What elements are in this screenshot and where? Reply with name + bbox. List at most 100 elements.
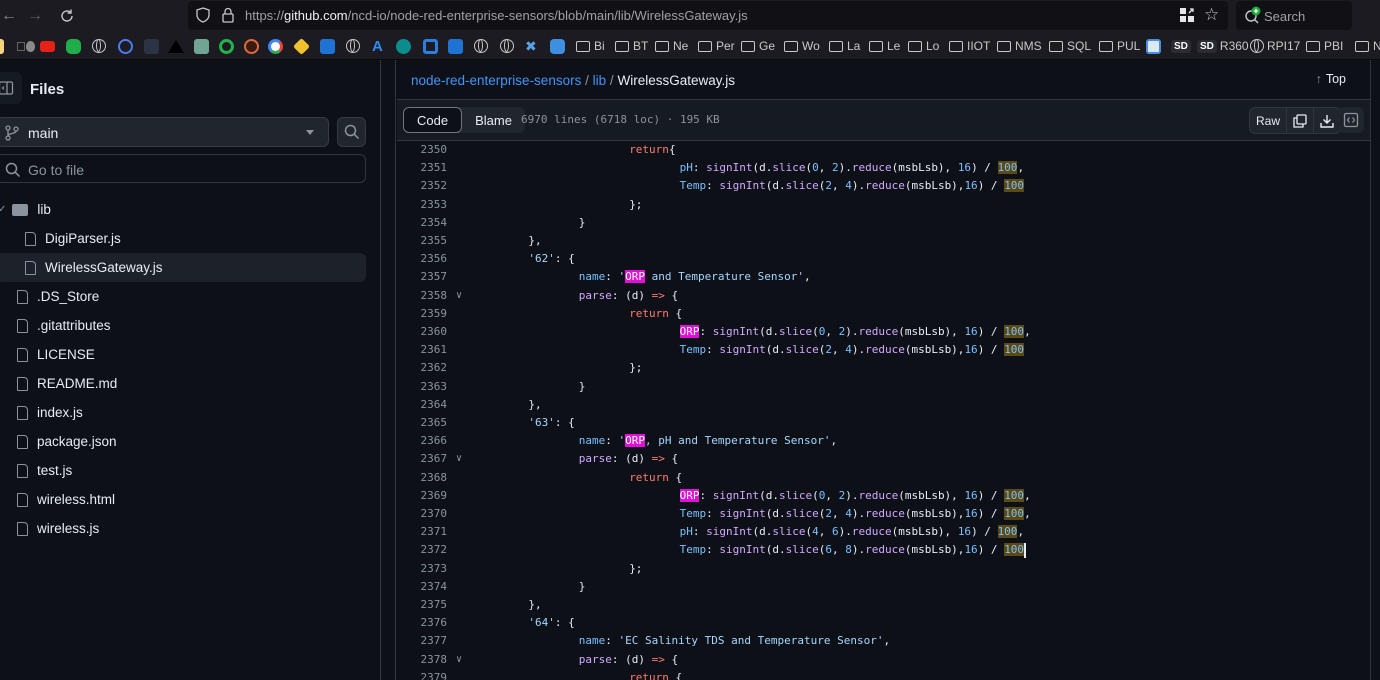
- bookmark-box[interactable]: [293, 37, 312, 55]
- bookmark-folder[interactable]: Lo: [908, 38, 939, 54]
- line-number[interactable]: 2369: [397, 487, 448, 505]
- line-number[interactable]: 2364: [397, 396, 448, 414]
- bookmark-chatgpt[interactable]: [194, 38, 212, 54]
- bookmark-l[interactable]: [144, 38, 162, 54]
- bookmark-tasks[interactable]: [118, 38, 136, 54]
- code-line[interactable]: 2358 ∨ parse: (d) => {: [397, 287, 1370, 305]
- go-to-file-input[interactable]: Go to file: [0, 154, 366, 183]
- bookmark-folder[interactable]: Ne: [655, 38, 688, 54]
- code-line[interactable]: 2368 return {: [397, 469, 1370, 487]
- bookmark-rpi17[interactable]: RPI17: [1250, 38, 1300, 54]
- bookmark-google[interactable]: [268, 38, 286, 54]
- scrollbar-track[interactable]: [1370, 60, 1371, 680]
- line-number[interactable]: 2354: [397, 214, 448, 232]
- line-number[interactable]: 2378: [397, 651, 448, 669]
- browser-search-box[interactable]: Search: [1236, 1, 1352, 30]
- tree-file-ds-store[interactable]: .DS_Store: [0, 282, 366, 311]
- line-number[interactable]: 2372: [397, 541, 448, 559]
- bookmark-apple[interactable]: : [16, 38, 38, 54]
- bookmark-folder[interactable]: Wo: [784, 38, 820, 54]
- forward-button[interactable]: →: [20, 1, 50, 31]
- line-number[interactable]: 2374: [397, 578, 448, 596]
- address-bar[interactable]: https://github.com/ncd-io/node-red-enter…: [188, 1, 1228, 30]
- code-line[interactable]: 2365 '63': {: [397, 414, 1370, 432]
- line-number[interactable]: 2365: [397, 414, 448, 432]
- back-to-top-link[interactable]: ↑ Top: [1316, 72, 1346, 86]
- bookmark-sharepoint[interactable]: [396, 38, 414, 54]
- code-line[interactable]: 2362};: [397, 359, 1370, 377]
- collapse-sidebar-button[interactable]: [0, 72, 22, 104]
- code-line[interactable]: 2356 '62': {: [397, 250, 1370, 268]
- bookmark-folder[interactable]: IIOT: [949, 38, 990, 54]
- bookmark-triangle[interactable]: [168, 38, 184, 54]
- bookmark-devops[interactable]: [423, 38, 441, 54]
- bookmark-folder[interactable]: Le: [869, 38, 900, 54]
- bookmark-globe-2[interactable]: [346, 38, 363, 54]
- code-line[interactable]: 2350 return{: [397, 141, 1370, 159]
- tree-file-test[interactable]: test.js: [0, 456, 366, 485]
- code-line[interactable]: 2359 return {: [397, 305, 1370, 323]
- bookmark-folder[interactable]: NMS: [997, 38, 1042, 54]
- line-number[interactable]: 2362: [397, 359, 448, 377]
- line-number[interactable]: 2357: [397, 268, 448, 286]
- line-number[interactable]: 2361: [397, 341, 448, 359]
- bookmark-youtube[interactable]: [40, 38, 58, 54]
- url-text[interactable]: https://github.com/ncd-io/node-red-enter…: [245, 8, 748, 23]
- bookmark-folder-nr[interactable]: NR: [1355, 38, 1380, 54]
- bookmark-sd-r360[interactable]: SD R360: [1197, 38, 1249, 54]
- tree-file-license[interactable]: LICENSE: [0, 340, 366, 369]
- bookmark-globe-4[interactable]: [500, 38, 517, 54]
- tab-code[interactable]: Code: [403, 107, 463, 133]
- line-number[interactable]: 2358: [397, 287, 448, 305]
- qr-code-icon[interactable]: [1180, 8, 1194, 22]
- shield-icon[interactable]: [196, 7, 210, 23]
- line-number[interactable]: 2351: [397, 159, 448, 177]
- tree-folder-lib[interactable]: ✓ lib: [0, 195, 366, 224]
- code-line[interactable]: 2363}: [397, 378, 1370, 396]
- code-line[interactable]: 2372 Temp: signInt(d.slice(6, 8).reduce(m…: [397, 541, 1370, 559]
- fold-chevron-icon[interactable]: ∨: [456, 450, 462, 468]
- bookmark-folder[interactable]: BT: [615, 38, 648, 54]
- code-line[interactable]: 2361 Temp: signInt(d.slice(2, 4).reduce(m…: [397, 341, 1370, 359]
- lock-icon[interactable]: [222, 7, 234, 23]
- tree-file-wireless-js[interactable]: wireless.js: [0, 514, 366, 543]
- line-number[interactable]: 2377: [397, 632, 448, 650]
- line-number[interactable]: 2376: [397, 614, 448, 632]
- line-number[interactable]: 2371: [397, 523, 448, 541]
- line-number[interactable]: 2355: [397, 232, 448, 250]
- bookmark-folder[interactable]: PUL: [1099, 38, 1140, 54]
- code-line[interactable]: 2353};: [397, 196, 1370, 214]
- tree-file-index[interactable]: index.js: [0, 398, 366, 427]
- sidebar-resize-handle[interactable]: [382, 60, 396, 680]
- tab-blame[interactable]: Blame: [462, 107, 525, 133]
- bookmark-item[interactable]: [0, 38, 7, 54]
- code-line[interactable]: 2352 Temp: signInt(d.slice(2, 4).reduce(m…: [397, 177, 1370, 195]
- line-number[interactable]: 2366: [397, 432, 448, 450]
- bookmark-folder[interactable]: SQL: [1049, 38, 1091, 54]
- bookmark-folder-pbi[interactable]: PBI: [1306, 38, 1343, 54]
- fold-chevron-icon[interactable]: ∨: [456, 287, 462, 305]
- download-button[interactable]: [1314, 108, 1340, 133]
- code-line[interactable]: 2374}: [397, 578, 1370, 596]
- code-line[interactable]: 2354}: [397, 214, 1370, 232]
- code-line[interactable]: 2370 Temp: signInt(d.slice(2, 4).reduce(m…: [397, 505, 1370, 523]
- tree-file-wirelessgateway[interactable]: WirelessGateway.js: [0, 253, 366, 282]
- code-line[interactable]: 2364},: [397, 396, 1370, 414]
- copy-raw-button[interactable]: [1287, 108, 1315, 133]
- bookmark-folder[interactable]: Bi: [576, 38, 605, 54]
- bookmark-headset[interactable]: [66, 38, 84, 54]
- line-number[interactable]: 2356: [397, 250, 448, 268]
- chevron-down-icon[interactable]: ✓: [0, 204, 6, 215]
- line-number[interactable]: 2360: [397, 323, 448, 341]
- bookmark-sd[interactable]: SD: [1171, 38, 1194, 54]
- line-number[interactable]: 2359: [397, 305, 448, 323]
- code-line[interactable]: 2360 ORP: signInt(d.slice(0, 2).reduce(ms…: [397, 323, 1370, 341]
- tree-file-digiparser[interactable]: DigiParser.js: [0, 224, 366, 253]
- code-line[interactable]: 2379 return {: [397, 669, 1370, 680]
- search-code-button[interactable]: [337, 117, 366, 147]
- line-number[interactable]: 2350: [397, 141, 448, 159]
- tree-file-readme[interactable]: README.md: [0, 369, 366, 398]
- code-line[interactable]: 2369 ORP: signInt(d.slice(0, 2).reduce(ms…: [397, 487, 1370, 505]
- fold-chevron-icon[interactable]: ∨: [456, 651, 462, 669]
- line-number[interactable]: 2375: [397, 596, 448, 614]
